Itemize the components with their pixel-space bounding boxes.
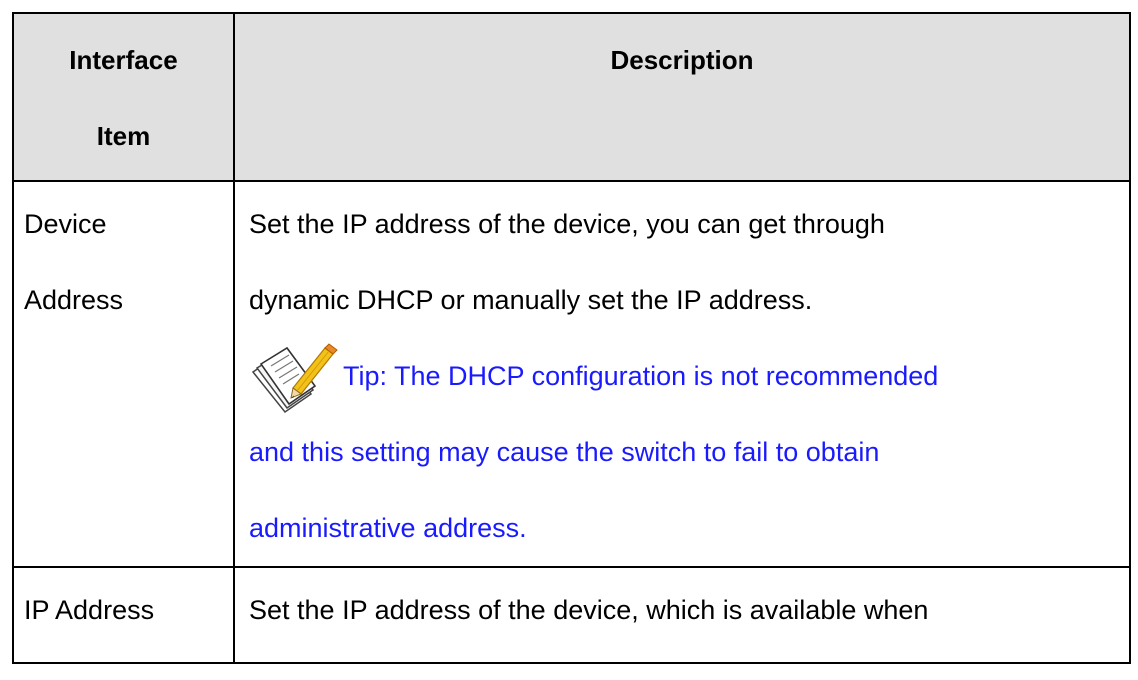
description-line: dynamic DHCP or manually set the IP addr…: [249, 285, 813, 315]
header-description: Description: [233, 12, 1131, 182]
row-item-ip-address: IP Address: [12, 566, 235, 664]
row-description-device-address: Set the IP address of the device, you ca…: [233, 180, 1131, 568]
description-line: Set the IP address of the device, which …: [249, 595, 929, 625]
note-pencil-icon: [249, 342, 339, 414]
table-header-row: Interface Item Description: [12, 12, 1131, 182]
header-item-line2: Item: [96, 121, 151, 151]
tip-note: Tip: The DHCP configuration is not recom…: [249, 338, 1129, 566]
table-row: Device Address Set the IP address of the…: [12, 180, 1131, 568]
item-line: Device: [24, 209, 107, 239]
header-description-label: Description: [610, 45, 754, 75]
row-item-device-address: Device Address: [12, 180, 235, 568]
tip-line: Tip: The DHCP configuration is not recom…: [343, 361, 939, 391]
header-item-line1: Interface: [69, 45, 178, 75]
item-line: IP Address: [24, 595, 155, 625]
tip-line: administrative address.: [249, 513, 527, 543]
tip-line: and this setting may cause the switch to…: [249, 437, 880, 467]
item-line: Address: [24, 285, 124, 315]
interface-description-table: Interface Item Description Device Addres…: [12, 12, 1131, 664]
description-line: Set the IP address of the device, you ca…: [249, 209, 885, 239]
table-row: IP Address Set the IP address of the dev…: [12, 566, 1131, 664]
row-description-ip-address: Set the IP address of the device, which …: [233, 566, 1131, 664]
header-interface-item: Interface Item: [12, 12, 235, 182]
